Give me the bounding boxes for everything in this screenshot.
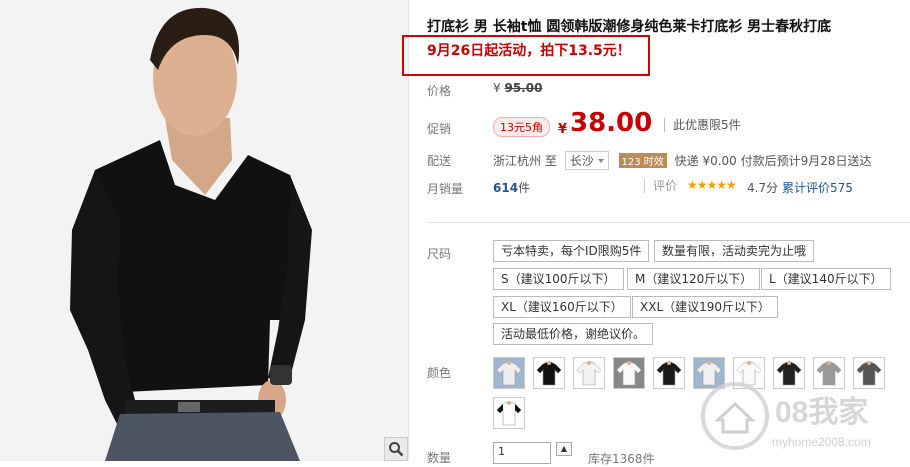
promo-text: 9月26日起活动，拍下13.5元！	[427, 43, 631, 59]
original-price-value: 95.00	[504, 81, 543, 95]
shipping-info: 浙江杭州 至 长沙 123 时效 快递 ¥0.00 付款后预计9月28日送达	[493, 151, 872, 170]
delivery-days-badge: 123 时效	[618, 153, 667, 168]
cumulative-reviews-link[interactable]: 累计评价575	[782, 179, 853, 196]
watermark-logo: 08我家 myhome2008.com	[701, 382, 871, 450]
ship-from: 浙江杭州	[493, 154, 542, 168]
size-option-s[interactable]: S（建议100斤以下）	[493, 268, 624, 290]
currency-symbol: ¥	[493, 81, 501, 95]
review-label: 评价	[644, 179, 677, 193]
discount-badge: 13元5角	[493, 117, 550, 137]
watermark: 08我家 myhome2008.com	[700, 378, 905, 458]
cum-review-label: 累计评价	[782, 181, 831, 195]
promo-label: 促销	[427, 122, 452, 136]
size-option[interactable]: 亏本特卖，每个ID限购5件	[493, 240, 650, 262]
currency-symbol: ¥	[558, 122, 568, 137]
size-option-m[interactable]: M（建议120斤以下）	[627, 268, 761, 290]
size-option[interactable]: 数量有限，活动卖完为止哦	[654, 240, 815, 262]
express-fee: 快递 ¥0.00	[674, 154, 737, 168]
product-photo[interactable]	[0, 0, 408, 461]
limit-text: 此优惠限5件	[664, 118, 741, 132]
original-price: ¥ 95.00	[493, 81, 542, 95]
size-label: 尺码	[427, 247, 452, 261]
color-swatch[interactable]	[493, 357, 525, 389]
qty-label: 数量	[427, 451, 452, 465]
current-price: 38.00	[570, 108, 653, 138]
city-value: 长沙	[569, 154, 594, 168]
zoom-button[interactable]	[384, 437, 408, 461]
rating-score: 4.7分	[747, 181, 779, 195]
watermark-url: myhome2008.com	[772, 435, 871, 449]
monthly-sales: 614件	[493, 179, 530, 196]
watermark-brand: 08我家	[775, 396, 868, 429]
color-swatch[interactable]	[573, 357, 605, 389]
cum-review-count: 575	[830, 181, 853, 195]
sales-count: 614	[493, 181, 519, 195]
color-label: 颜色	[427, 366, 452, 380]
product-title: 打底衫 男 长袖t恤 圆领韩版潮修身纯色莱卡打底衫 男士春秋打底	[427, 19, 832, 35]
size-option-xl[interactable]: XL（建议160斤以下）	[493, 296, 631, 318]
tshirt-icon	[496, 401, 522, 426]
color-swatch[interactable]	[613, 357, 645, 389]
quantity-increase-button[interactable]: ▲	[556, 442, 572, 456]
up-arrow-icon: ▲	[560, 444, 568, 453]
section-divider	[427, 222, 910, 223]
tshirt-icon	[616, 361, 642, 386]
sales-label: 月销量	[427, 182, 464, 196]
color-swatch[interactable]	[493, 397, 525, 429]
tshirt-icon	[496, 361, 522, 386]
price-label: 价格	[427, 84, 452, 98]
size-option[interactable]: 活动最低价格，谢绝议价。	[493, 323, 654, 345]
tshirt-icon	[576, 361, 602, 386]
rating-stars: ★★★★★	[687, 178, 737, 192]
ship-to-word: 至	[544, 154, 557, 168]
color-swatch[interactable]	[653, 357, 685, 389]
ship-label: 配送	[427, 154, 452, 168]
stock-count: 库存1368件	[588, 452, 655, 466]
size-option-l[interactable]: L（建议140斤以下）	[761, 268, 891, 290]
tshirt-icon	[656, 361, 682, 386]
sales-unit: 件	[518, 181, 531, 195]
tshirt-icon	[536, 361, 562, 386]
size-option-xxl[interactable]: XXL（建议190斤以下）	[632, 296, 779, 318]
magnifier-icon	[389, 442, 404, 457]
city-dropdown[interactable]: 长沙	[564, 151, 609, 170]
delivery-date: 付款后预计9月28日送达	[740, 154, 872, 168]
color-swatch[interactable]	[533, 357, 565, 389]
